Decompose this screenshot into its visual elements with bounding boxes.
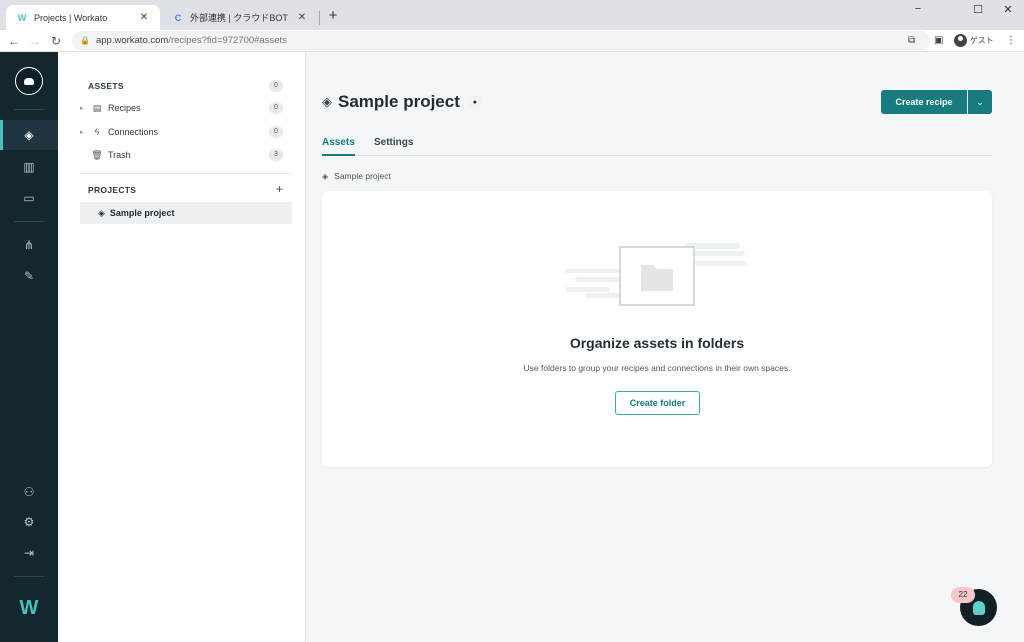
empty-state-card: Organize assets in folders Use folders t… [322, 191, 992, 467]
panel-divider [80, 173, 292, 174]
guest-avatar-icon [954, 33, 967, 47]
reload-icon[interactable]: ↻ [48, 33, 64, 49]
tab-divider [319, 11, 320, 25]
translate-icon[interactable]: ⧉ [908, 33, 915, 49]
connections-count-badge: 0 [269, 126, 283, 138]
empty-state-subtitle: Use folders to group your recipes and co… [523, 363, 791, 373]
profile-button[interactable]: ゲスト [954, 33, 994, 49]
url-host: app.workato.com [95, 35, 169, 46]
cloudbot-favicon-icon: C [174, 12, 182, 23]
browser-tab-bar: W Projects | Workato ✕ C 外部連携 | クラウドBOT … [0, 0, 1024, 30]
bot-icon [24, 77, 34, 85]
browser-tab-cloudbot[interactable]: C 外部連携 | クラウドBOT ✕ [162, 5, 318, 30]
rail-divider [14, 576, 44, 577]
address-bar: ← → ↻ 🔒 app.workato.com/recipes?fid=9727… [0, 30, 1024, 52]
project-stack-icon: ◈ [98, 207, 105, 218]
api-platform-nav-icon[interactable]: ⋔ [0, 230, 58, 260]
browser-tab-title: 外部連携 | クラウドBOT [190, 13, 288, 23]
minimize-button[interactable]: − [906, 3, 930, 15]
lightbulb-icon [972, 600, 985, 615]
rail-divider [14, 109, 44, 110]
trash-icon: 🗑 [91, 149, 103, 160]
empty-state-title: Organize assets in folders [569, 335, 745, 351]
workato-logo-icon[interactable]: W [14, 597, 44, 619]
project-stack-icon: ◈ [322, 171, 329, 181]
url-path: /recipes?fid=972700#assets [168, 35, 287, 46]
nav-rail: ◈ ▥ ▭ ⋔ ✎ ⚇ ⚙ ⇥ W [0, 52, 58, 642]
add-project-button[interactable]: + [276, 182, 283, 196]
tab-settings[interactable]: Settings [374, 137, 413, 148]
projects-header: PROJECTS [88, 185, 137, 195]
create-folder-button[interactable]: Create folder [615, 391, 700, 415]
caret-right-icon[interactable]: ▸ [80, 128, 90, 136]
main-tabs: Assets Settings [322, 136, 992, 156]
side-panel-icon[interactable]: ▣ [934, 33, 943, 49]
browser-tab-projects[interactable]: W Projects | Workato ✕ [6, 5, 160, 30]
workspace-avatar[interactable] [15, 67, 43, 95]
caret-right-icon[interactable]: ▸ [80, 104, 90, 112]
back-arrow-icon[interactable]: ← [6, 33, 22, 49]
close-window-button[interactable]: ✕ [996, 3, 1020, 16]
page-title: ◈ Sample project ● [322, 92, 482, 112]
forward-arrow-icon[interactable]: → [27, 33, 43, 49]
recipes-count-badge: 0 [269, 102, 283, 114]
folder-illustration-icon [565, 243, 747, 306]
assets-header: ASSETS [88, 81, 124, 91]
breadcrumb: ◈ Sample project [322, 171, 391, 181]
logout-icon[interactable]: ⇥ [0, 538, 58, 568]
profile-label: ゲスト [969, 36, 994, 45]
recipe-icon: ▤ [92, 102, 102, 113]
project-stack-icon: ◈ [322, 94, 332, 109]
browser-menu-icon[interactable]: ⋮ [1006, 33, 1016, 49]
page-title-text: Sample project [338, 92, 460, 111]
sidebar-item-label: Connections [108, 127, 159, 137]
close-tab-icon[interactable]: ✕ [296, 12, 308, 23]
trash-count-badge: 3 [269, 149, 283, 161]
sidebar-item-label: Trash [108, 150, 131, 160]
create-dropdown-chevron-down-icon[interactable]: ⌄ [968, 90, 992, 114]
settings-gear-icon[interactable]: ⚙ [0, 507, 58, 537]
breadcrumb-label[interactable]: Sample project [334, 171, 391, 181]
sidebar-item-trash[interactable]: 🗑 Trash [80, 144, 292, 166]
sidebar-item-label: Recipes [108, 103, 141, 113]
workato-favicon-icon: W [17, 12, 27, 23]
notification-badge: 22 [951, 587, 975, 603]
bot-icon: ● [467, 95, 482, 109]
members-nav-icon[interactable]: ⚇ [0, 477, 58, 507]
lock-icon: 🔒 [80, 36, 90, 45]
maximize-button[interactable]: ☐ [966, 3, 990, 16]
assets-panel: ASSETS 0 ▸ ▤ Recipes 0 ▸ ϟ Connections 0… [58, 52, 306, 642]
rail-divider [14, 221, 44, 222]
bolt-icon: ϟ [94, 127, 100, 137]
sidebar-item-connections[interactable]: ▸ ϟ Connections [80, 121, 292, 143]
projects-nav-icon[interactable]: ◈ [0, 120, 58, 150]
sidebar-item-label: Sample project [109, 208, 175, 218]
sidebar-item-sample-project[interactable]: ◈ Sample project [80, 202, 292, 224]
library-nav-icon[interactable]: ▭ [0, 183, 58, 213]
close-tab-icon[interactable]: ✕ [138, 12, 150, 23]
dashboard-nav-icon[interactable]: ▥ [0, 152, 58, 182]
new-tab-button[interactable]: + [325, 8, 341, 24]
create-recipe-button[interactable]: Create recipe [881, 90, 967, 114]
assets-count-badge: 0 [269, 80, 283, 92]
tab-assets[interactable]: Assets [322, 137, 355, 156]
tools-nav-icon[interactable]: ✎ [0, 261, 58, 291]
sidebar-item-recipes[interactable]: ▸ ▤ Recipes [80, 97, 292, 119]
url-input[interactable]: 🔒 app.workato.com/recipes?fid=972700#ass… [72, 31, 930, 50]
browser-tab-title: Projects | Workato [34, 12, 108, 23]
